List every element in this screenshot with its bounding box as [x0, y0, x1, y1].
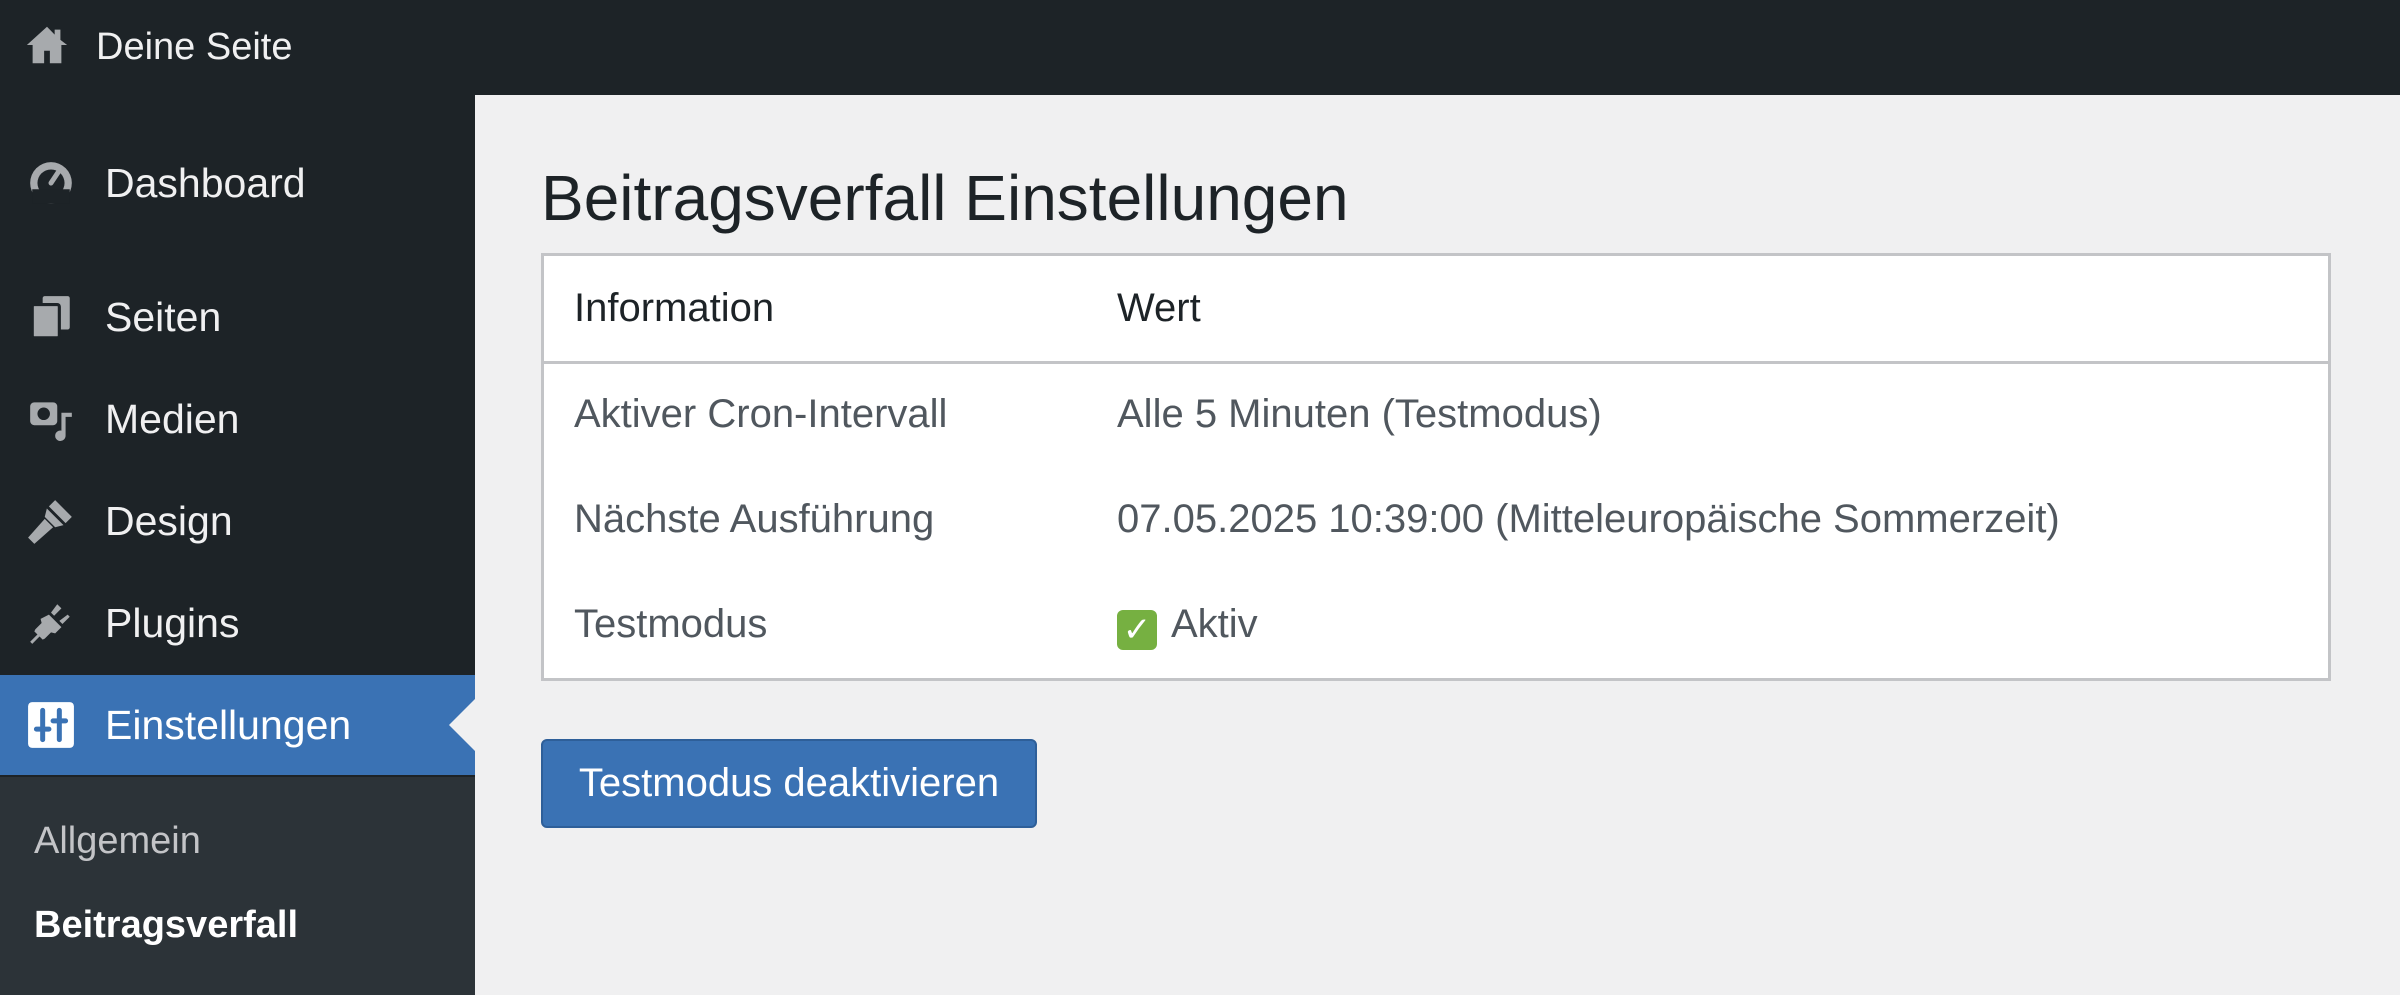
info-table: Information Wert Aktiver Cron-Intervall … [541, 253, 2331, 681]
sidebar-item-label: Medien [105, 395, 240, 442]
settings-submenu: Allgemein Beitragsverfall [0, 777, 475, 995]
check-icon: ✓ [1117, 610, 1157, 650]
sidebar-item-einstellungen[interactable]: Einstellungen [0, 675, 475, 775]
admin-sidebar: Dashboard Seiten Medien Design Plugins E… [0, 95, 475, 995]
table-row: Aktiver Cron-Intervall Alle 5 Minuten (T… [544, 364, 2328, 468]
status-text: Aktiv [1171, 602, 1258, 646]
column-header-wert: Wert [1117, 286, 1201, 330]
admin-bar: Deine Seite [0, 0, 2400, 95]
plugin-icon [24, 596, 78, 650]
row-label: Testmodus [574, 602, 768, 646]
sidebar-item-seiten[interactable]: Seiten [0, 267, 475, 367]
submenu-item-beitragsverfall[interactable]: Beitragsverfall [34, 904, 298, 947]
row-value: ✓ Aktiv [1117, 602, 1258, 650]
page-title: Beitragsverfall Einstellungen [541, 162, 1349, 234]
row-label: Aktiver Cron-Intervall [574, 392, 948, 436]
sidebar-item-label: Seiten [105, 293, 222, 340]
row-value: 07.05.2025 10:39:00 (Mitteleuropäische S… [1117, 497, 2060, 541]
sidebar-item-design[interactable]: Design [0, 471, 475, 571]
sidebar-item-label: Einstellungen [105, 701, 352, 748]
table-header: Information Wert [544, 256, 2328, 364]
pages-icon [24, 290, 78, 344]
main-content: Beitragsverfall Einstellungen Informatio… [475, 95, 2400, 995]
disable-testmode-button[interactable]: Testmodus deaktivieren [541, 739, 1037, 828]
media-icon [24, 392, 78, 446]
table-row: Nächste Ausführung 07.05.2025 10:39:00 (… [544, 469, 2328, 573]
sidebar-item-label: Plugins [105, 599, 240, 646]
sidebar-item-dashboard[interactable]: Dashboard [0, 133, 475, 233]
row-value: Alle 5 Minuten (Testmodus) [1117, 392, 1602, 436]
brush-icon [24, 494, 78, 548]
row-label: Nächste Ausführung [574, 497, 935, 541]
sidebar-item-label: Dashboard [105, 159, 306, 206]
table-row: Testmodus ✓ Aktiv [544, 574, 2328, 678]
home-icon [24, 22, 70, 73]
site-name: Deine Seite [96, 26, 293, 68]
settings-icon [24, 698, 78, 752]
sidebar-item-label: Design [105, 497, 233, 544]
submenu-item-allgemein[interactable]: Allgemein [34, 820, 201, 863]
site-home-link[interactable]: Deine Seite [24, 0, 292, 95]
sidebar-item-medien[interactable]: Medien [0, 369, 475, 469]
sidebar-item-plugins[interactable]: Plugins [0, 573, 475, 673]
column-header-information: Information [574, 286, 775, 330]
dashboard-icon [24, 156, 78, 210]
